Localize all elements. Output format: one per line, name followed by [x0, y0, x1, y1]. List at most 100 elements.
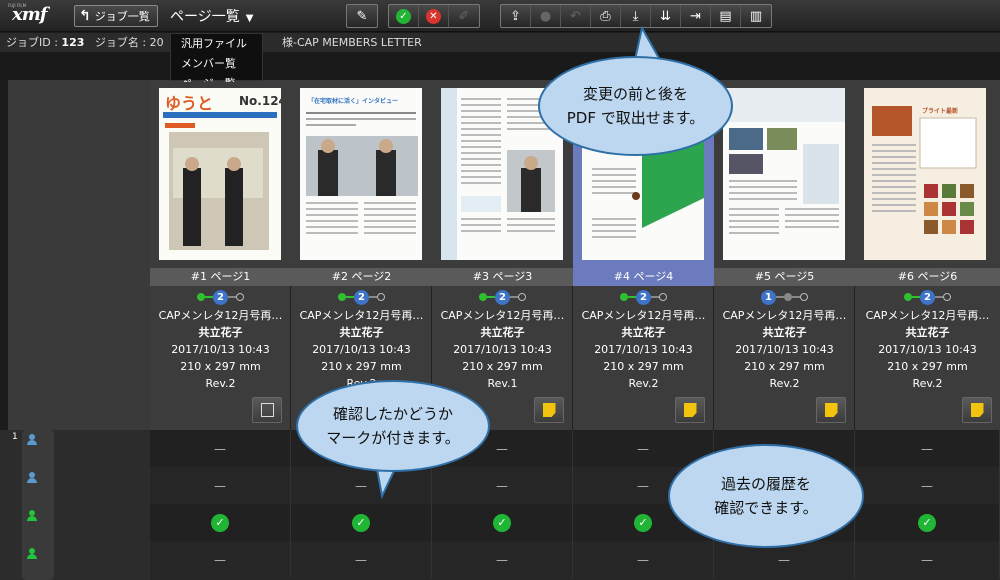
step-dot — [338, 293, 346, 301]
dropdown-item-general-files[interactable]: 汎用ファイル — [171, 34, 262, 54]
current-step[interactable]: 2 — [920, 289, 935, 305]
current-step[interactable]: 2 — [636, 289, 651, 305]
page-title: CAPメンレタ12月号再… — [299, 309, 424, 322]
download-button[interactable]: ⤓ — [621, 5, 651, 27]
step-dot — [904, 293, 912, 301]
check-icon: ✓ — [634, 513, 652, 532]
current-step[interactable]: 2 — [213, 289, 228, 305]
step-line — [228, 296, 236, 298]
undo-button[interactable]: ↶ — [561, 5, 591, 27]
review-cell[interactable]: — — [432, 541, 573, 578]
person-icon[interactable] — [26, 548, 38, 560]
step-dot — [620, 293, 628, 301]
note-button[interactable] — [252, 397, 282, 423]
version-steps: 2 — [291, 289, 432, 305]
review-cell[interactable]: — — [150, 541, 291, 578]
page-title: CAPメンレタ12月号再… — [865, 309, 990, 322]
download-pdf-button[interactable]: ⇊ — [651, 5, 681, 27]
page-meta: CAPメンレタ12月号再… 共立花子 2017/10/13 10:43 210 … — [291, 307, 432, 392]
current-step[interactable]: 2 — [495, 289, 510, 305]
job-list-button[interactable]: ↰ ジョブ一覧 — [74, 5, 158, 27]
eraser-button[interactable]: ✐ — [449, 5, 479, 27]
page-size: 210 x 297 mm — [744, 360, 825, 373]
callout-pdf: 変更の前と後を PDF で取出せます。 — [538, 56, 733, 156]
logo-text: xmf — [12, 4, 48, 25]
dropdown-item-pages[interactable]: ページ一覧 — [171, 74, 262, 82]
undo-icon: ↶ — [570, 8, 581, 24]
page-date: 2017/10/13 10:43 — [878, 343, 977, 356]
approve-button[interactable]: ✓ — [389, 5, 419, 27]
page-title: CAPメンレタ12月号再… — [440, 309, 565, 322]
pencil-button[interactable]: ✎ — [347, 5, 377, 27]
step-line — [628, 296, 636, 298]
person-icon[interactable] — [26, 510, 38, 522]
page-card-6[interactable]: ブライト最新 #6 ページ6 2 CAPメンレタ12月号再… 共立花子 2017… — [855, 80, 1000, 430]
page-list-menu[interactable]: ページ一覧 ▼ — [170, 6, 253, 26]
dropdown-item-members[interactable]: メンバー覧 — [171, 54, 262, 74]
record-button[interactable]: ● — [531, 5, 561, 27]
page-revision: Rev.2 — [769, 377, 800, 390]
review-cell[interactable]: — — [291, 541, 432, 578]
step-line — [792, 296, 800, 298]
person-icon[interactable] — [26, 434, 38, 446]
page-date: 2017/10/13 10:43 — [312, 343, 411, 356]
step-dot — [800, 293, 808, 301]
top-toolbar: FUJI FILM xmf ↰ ジョブ一覧 ページ一覧 ▼ ✎ ✓ ✕ ✐ ⇪ ●… — [0, 0, 1000, 32]
note-icon — [542, 403, 556, 417]
page-thumbnail[interactable] — [723, 88, 845, 260]
review-cell[interactable]: — — [855, 430, 1000, 467]
p1-masthead: ゆうと — [165, 94, 214, 113]
page-thumbnail[interactable]: 「在宅取材に活く」インタビュー — [300, 88, 422, 260]
current-step[interactable]: 2 — [354, 289, 369, 305]
page-card-1[interactable]: ゆうと No.124 #1 ページ1 2 CAPメンレタ12月号再… 共立花子 … — [150, 80, 291, 430]
page-date: 2017/10/13 10:43 — [171, 343, 270, 356]
note-button[interactable] — [534, 397, 564, 423]
person-icon[interactable] — [26, 472, 38, 484]
print-button[interactable]: ⎙ — [591, 5, 621, 27]
page-revision: Rev.2 — [205, 377, 236, 390]
review-cell[interactable]: ✓ — [432, 504, 573, 541]
page-date: 2017/10/13 10:43 — [594, 343, 693, 356]
review-row-4: — — — — — — — [150, 541, 1000, 580]
review-cell[interactable]: — — [150, 430, 291, 467]
note-button[interactable] — [675, 397, 705, 423]
page-size: 210 x 297 mm — [887, 360, 968, 373]
note-icon — [970, 403, 984, 417]
page-thumbnail[interactable]: ゆうと No.124 — [159, 88, 281, 260]
page-size: 210 x 297 mm — [321, 360, 402, 373]
reject-button[interactable]: ✕ — [419, 5, 449, 27]
spread-view-button[interactable]: ▥ — [741, 5, 771, 27]
page-thumbnail[interactable]: ブライト最新 — [864, 88, 986, 260]
page-date: 2017/10/13 10:43 — [735, 343, 834, 356]
review-cell[interactable]: — — [573, 541, 714, 578]
upload-button[interactable]: ⇪ — [501, 5, 531, 27]
callout-history-line2: 確認できます。 — [714, 499, 818, 517]
page-card-5[interactable]: #5 ページ5 1 CAPメンレタ12月号再… 共立花子 2017/10/13 … — [714, 80, 855, 430]
review-row-3: ✓ ✓ ✓ ✓ ✓ — [150, 504, 1000, 541]
toolbar-group-file: ⇪ ● ↶ ⎙ ⤓ ⇊ ⇥ ▤ ▥ — [500, 4, 772, 28]
review-cell[interactable]: — — [432, 467, 573, 504]
review-row-2: — — — — — — — [150, 467, 1000, 504]
step-line — [912, 296, 920, 298]
review-cell[interactable]: — — [150, 467, 291, 504]
review-cell[interactable]: — — [855, 541, 1000, 578]
review-cell[interactable]: ✓ — [291, 504, 432, 541]
page-card-2[interactable]: 「在宅取材に活く」インタビュー #2 ページ2 2 CAPメンレタ12月号再… … — [291, 80, 432, 430]
page-meta: CAPメンレタ12月号再… 共立花子 2017/10/13 10:43 210 … — [855, 307, 1000, 392]
note-button[interactable] — [962, 397, 992, 423]
export-button[interactable]: ⇥ — [681, 5, 711, 27]
page-author: 共立花子 — [339, 326, 384, 339]
current-step[interactable]: 1 — [761, 289, 776, 305]
callout-pdf-line1: 変更の前と後を — [582, 85, 688, 103]
page-list-label: ページ一覧 — [170, 9, 240, 25]
version-steps: 2 — [855, 289, 1000, 305]
download-pdf-icon: ⇊ — [660, 8, 671, 24]
review-cell[interactable]: ✓ — [150, 504, 291, 541]
review-cell[interactable]: ✓ — [855, 504, 1000, 541]
page-revision: Rev.2 — [912, 377, 943, 390]
review-cell[interactable]: — — [855, 467, 1000, 504]
note-button[interactable] — [816, 397, 846, 423]
check-icon: ✓ — [211, 513, 229, 532]
compare-button[interactable]: ▤ — [711, 5, 741, 27]
step-line — [510, 296, 518, 298]
